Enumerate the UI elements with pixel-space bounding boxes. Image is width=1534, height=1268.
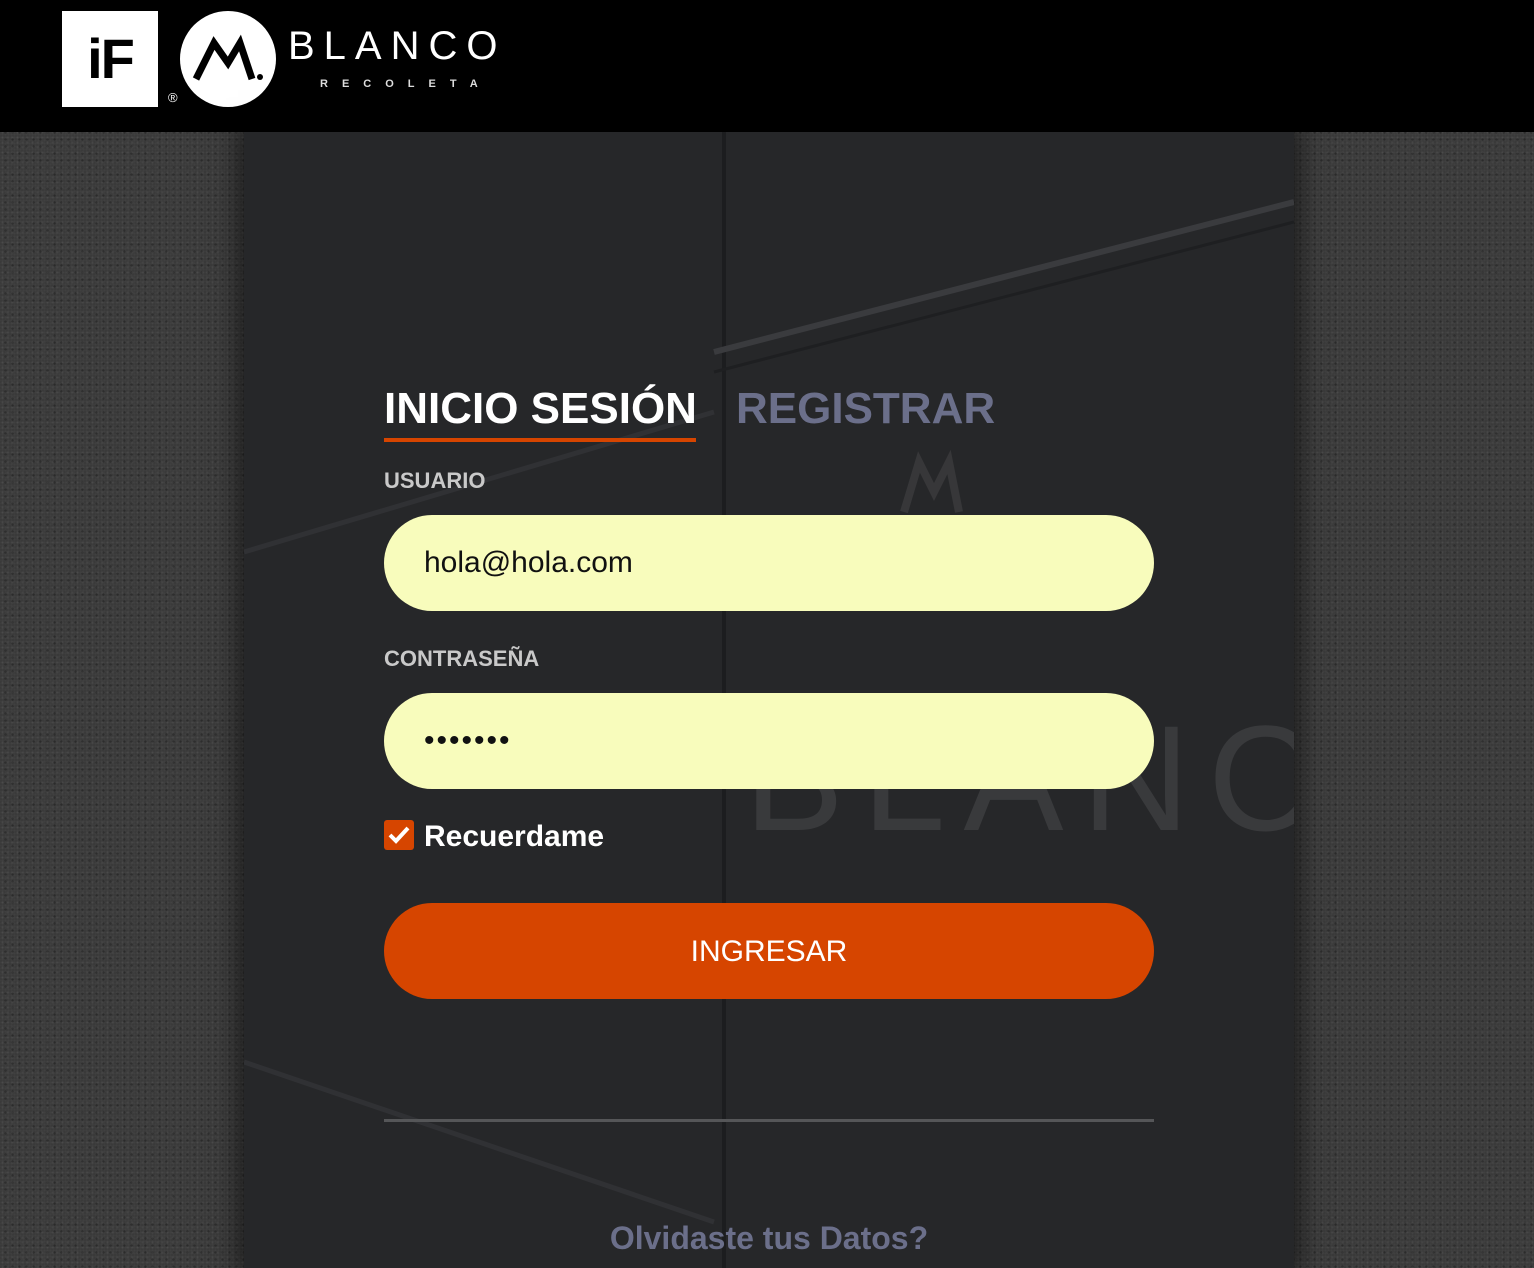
forgot-data-link[interactable]: Olvidaste tus Datos? — [384, 1220, 1154, 1257]
username-input[interactable] — [384, 515, 1154, 611]
password-label: CONTRASEÑA — [384, 646, 540, 671]
divider — [384, 1119, 1154, 1122]
login-card: BLANCO INICIO SESIÓN REGISTRAR USUARIO C… — [244, 132, 1294, 1268]
registered-mark: ® — [168, 90, 178, 105]
checkmark-icon — [388, 826, 410, 844]
password-input[interactable] — [384, 693, 1154, 789]
remember-checkbox[interactable] — [384, 820, 414, 850]
tab-login[interactable]: INICIO SESIÓN — [384, 382, 697, 436]
brand-subtitle: RECOLETA — [320, 78, 492, 90]
brand-name: BLANCO — [288, 24, 507, 68]
login-button[interactable]: INGRESAR — [384, 903, 1154, 999]
username-label: USUARIO — [384, 468, 486, 493]
remember-label: Recuerdame — [424, 820, 605, 853]
active-tab-indicator — [384, 438, 696, 442]
tab-register[interactable]: REGISTRAR — [736, 382, 995, 436]
top-header: iF ® BLANCO RECOLETA — [0, 0, 1534, 132]
m-circle-logo-icon — [180, 11, 276, 107]
if-logo: iF — [62, 11, 158, 107]
